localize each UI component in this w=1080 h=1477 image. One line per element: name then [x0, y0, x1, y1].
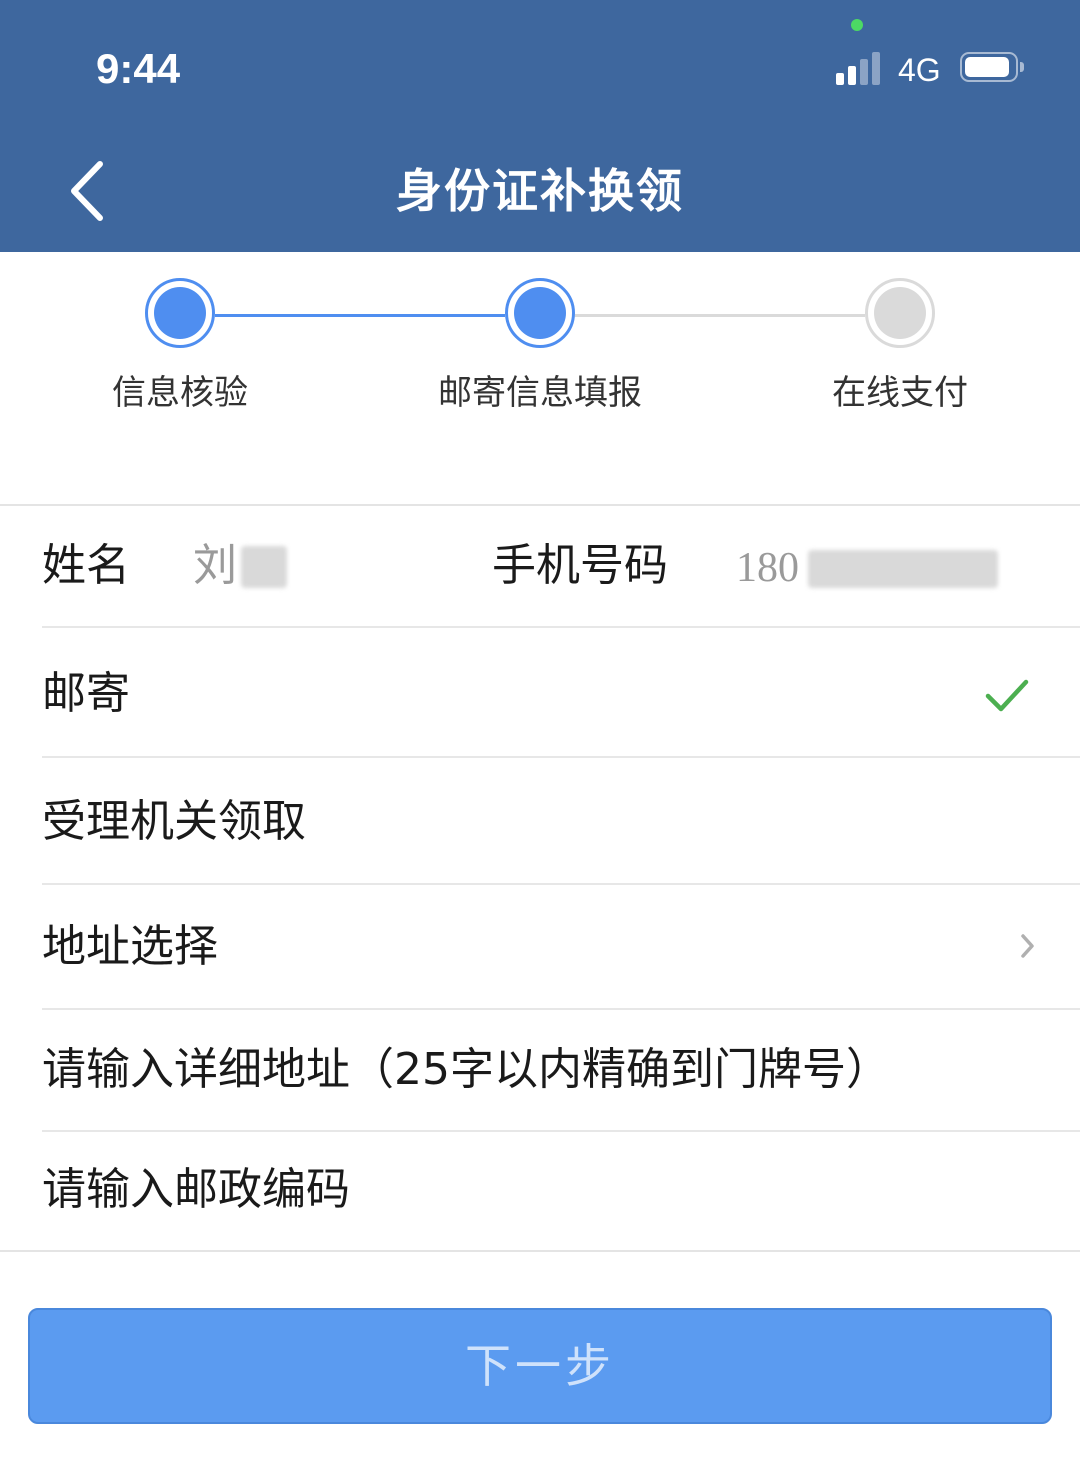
step-1-label: 信息核验 — [112, 373, 248, 413]
delivery-option-pickup[interactable]: 受理机关领取 — [0, 758, 1080, 883]
name-redaction — [241, 546, 287, 588]
form-bottom-divider — [0, 1250, 1080, 1252]
signal-strength-icon — [836, 51, 886, 85]
phone-redaction — [808, 550, 998, 588]
check-icon — [985, 679, 1029, 712]
page-title: 身份证补换领 — [396, 164, 684, 218]
status-time: 9:44 — [96, 45, 181, 92]
next-step-button[interactable]: 下一步 — [28, 1308, 1052, 1424]
top-header: 9:44 4G 身份证补换领 — [0, 0, 1080, 252]
battery-icon — [960, 52, 1024, 84]
postal-code-input[interactable]: 请输入邮政编码 — [0, 1132, 1080, 1250]
step-connector-2 — [575, 314, 865, 317]
detail-address-placeholder: 请输入详细地址（25字以内精确到门牌号） — [42, 1044, 890, 1095]
step-3-indicator — [865, 278, 935, 348]
step-1-indicator — [145, 278, 215, 348]
address-select-row[interactable]: 地址选择 — [0, 885, 1080, 1008]
phone-label: 手机号码 — [492, 540, 668, 591]
applicant-info-row: 姓名 刘 手机号码 180 — [0, 506, 1080, 626]
chevron-right-icon — [1021, 934, 1034, 958]
privacy-indicator-dot — [851, 19, 863, 31]
step-2-indicator — [505, 278, 575, 348]
detail-address-input[interactable]: 请输入详细地址（25字以内精确到门牌号） — [0, 1010, 1080, 1130]
postal-code-placeholder: 请输入邮政编码 — [42, 1164, 350, 1215]
phone-value: 180 — [736, 545, 799, 591]
progress-stepper: 信息核验 邮寄信息填报 在线支付 — [0, 252, 1080, 506]
step-2-label: 邮寄信息填报 — [438, 373, 642, 413]
address-select-label: 地址选择 — [42, 921, 218, 972]
network-type: 4G — [898, 52, 941, 88]
step-3-label: 在线支付 — [832, 373, 968, 413]
step-connector-1 — [215, 314, 505, 317]
name-value: 刘 — [193, 540, 237, 591]
mail-option-label: 邮寄 — [42, 668, 130, 719]
delivery-option-mail[interactable]: 邮寄 — [0, 628, 1080, 756]
pickup-option-label: 受理机关领取 — [42, 796, 306, 847]
name-label: 姓名 — [42, 540, 130, 591]
